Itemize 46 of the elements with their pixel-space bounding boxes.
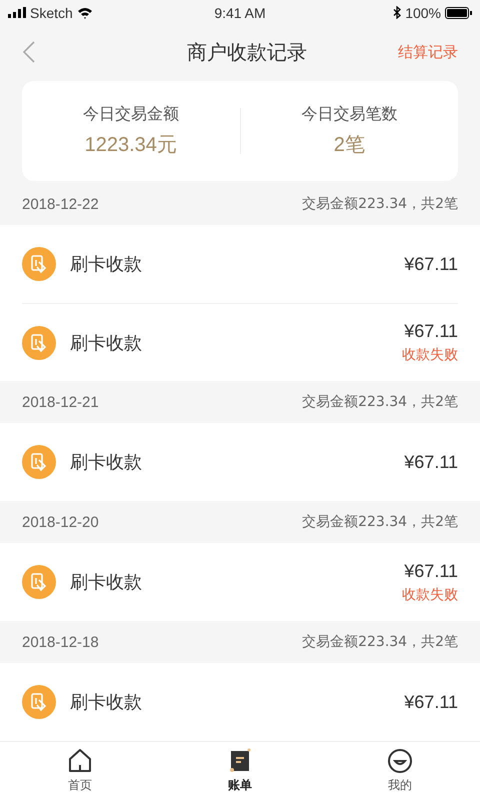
date-label: 2018-12-22 bbox=[22, 196, 99, 212]
failure-status: 收款失败 bbox=[402, 346, 458, 364]
record-title: 刷卡收款 bbox=[70, 332, 143, 354]
date-label: 2018-12-21 bbox=[22, 394, 99, 410]
back-icon[interactable] bbox=[22, 41, 36, 63]
tab-item[interactable]: 首页 bbox=[0, 742, 160, 800]
failure-status: 收款失败 bbox=[402, 586, 458, 604]
smiley-icon bbox=[387, 748, 413, 774]
day-total: 交易金额223.34，共2笔 bbox=[302, 513, 458, 531]
bill-icon bbox=[227, 748, 253, 774]
record-title: 刷卡收款 bbox=[70, 451, 143, 474]
record-row[interactable]: 刷卡收款 ¥67.11 bbox=[22, 225, 458, 303]
card-payment-icon bbox=[22, 326, 56, 360]
record-row[interactable]: 刷卡收款 ¥67.11 收款失败 bbox=[22, 303, 458, 381]
carrier-name: Sketch bbox=[30, 4, 73, 20]
date-label: 2018-12-18 bbox=[22, 634, 99, 650]
record-title: 刷卡收款 bbox=[70, 571, 143, 594]
page-title: 商户收款记录 bbox=[187, 38, 307, 66]
day-total: 交易金额223.34，共2笔 bbox=[302, 393, 458, 411]
record-title: 刷卡收款 bbox=[70, 691, 143, 714]
day-total: 交易金额223.34，共2笔 bbox=[302, 195, 458, 213]
record-amount: ¥67.11 bbox=[404, 254, 458, 274]
tab-item[interactable]: 我的 bbox=[320, 742, 480, 800]
card-payment-icon bbox=[22, 565, 56, 599]
date-label: 2018-12-20 bbox=[22, 514, 99, 530]
summary-value: 2笔 bbox=[334, 133, 365, 158]
card-payment-icon bbox=[22, 445, 56, 479]
card-payment-icon bbox=[22, 247, 56, 281]
battery-percent: 100% bbox=[405, 4, 441, 20]
summary-label: 今日交易金额 bbox=[82, 104, 179, 125]
bluetooth-icon bbox=[393, 6, 402, 19]
summary-label: 今日交易笔数 bbox=[301, 104, 398, 125]
card-payment-icon bbox=[22, 685, 56, 719]
battery-icon bbox=[445, 6, 472, 18]
summary-value: 1223.34元 bbox=[84, 133, 177, 158]
signal-icon bbox=[8, 7, 26, 18]
record-amount: ¥67.11 bbox=[404, 321, 458, 342]
home-icon bbox=[67, 748, 93, 774]
day-total: 交易金额223.34，共2笔 bbox=[302, 633, 458, 651]
record-amount: ¥67.11 bbox=[404, 452, 458, 472]
record-amount: ¥67.11 bbox=[404, 692, 458, 712]
tab-item[interactable]: 账单 bbox=[160, 742, 320, 800]
wifi-icon bbox=[76, 6, 93, 18]
clock-time: 9:41 AM bbox=[214, 4, 266, 20]
record-amount: ¥67.11 bbox=[404, 560, 458, 582]
record-title: 刷卡收款 bbox=[70, 253, 143, 276]
